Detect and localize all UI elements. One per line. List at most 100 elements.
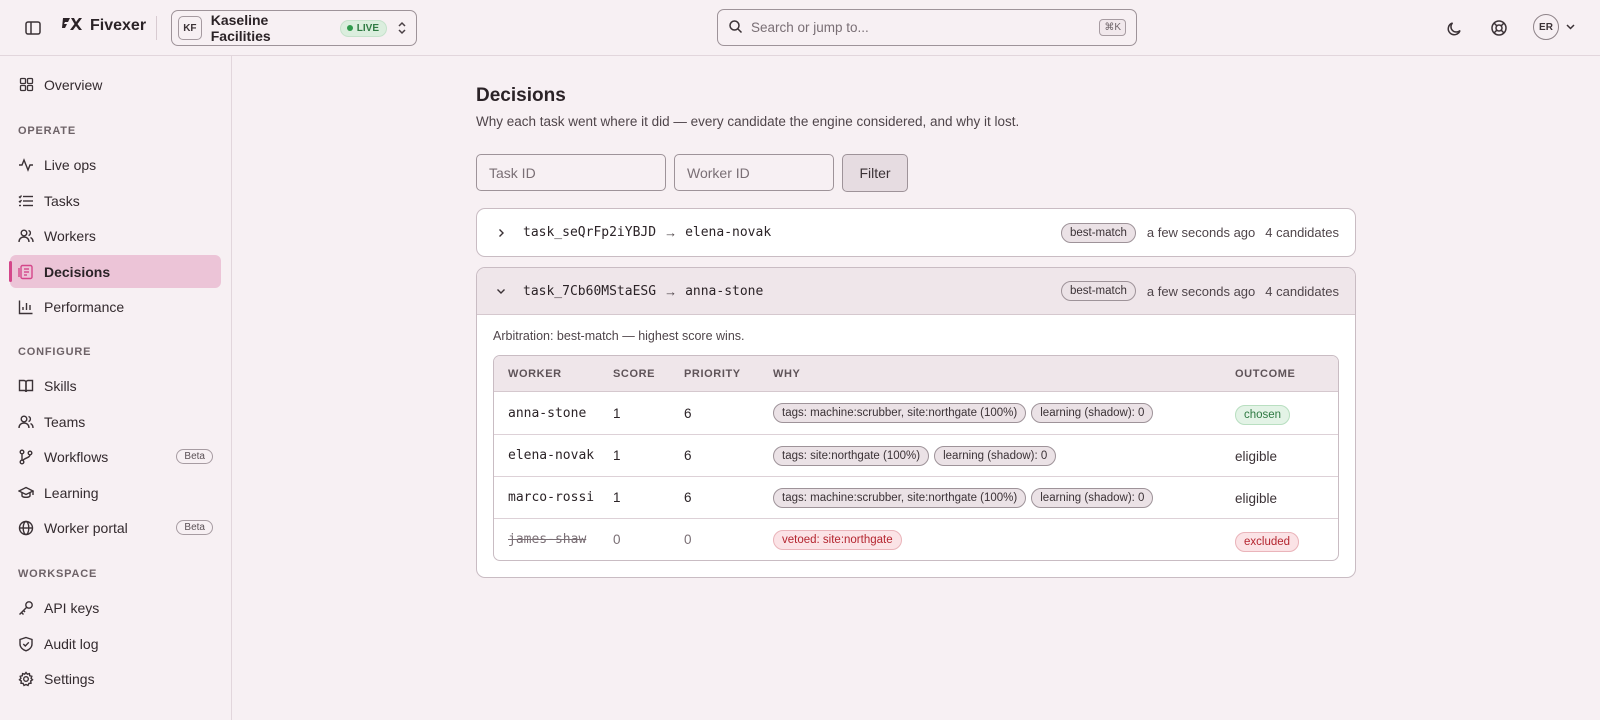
veto-reason-pill: vetoed: site:northgate: [773, 529, 902, 550]
sidebar-item-label: Overview: [44, 76, 103, 93]
sidebar-item-skills[interactable]: Skills: [10, 369, 221, 402]
task-id-input[interactable]: [476, 154, 666, 191]
sidebar-item-label: Worker portal: [44, 519, 128, 536]
sidebar-item-label: API keys: [44, 599, 100, 616]
section-label-configure: CONFIGURE: [18, 346, 92, 358]
beta-badge: Beta: [176, 449, 213, 464]
table-row: marco-rossi 1 6 tags: machine:scrubber, …: [494, 476, 1338, 518]
globe-icon: [18, 520, 34, 536]
sidebar-toggle-icon[interactable]: [22, 17, 44, 39]
brand[interactable]: Fivexer: [62, 16, 146, 35]
outcome-badge: excluded: [1235, 531, 1300, 552]
search-placeholder: Search or jump to...: [751, 20, 869, 35]
decision-card: task_7Cb60MStaESG → anna-stone best-matc…: [476, 267, 1356, 578]
strategy-badge: best-match: [1060, 222, 1136, 243]
why-reasons: tags: site:northgate (100%) learning (sh…: [773, 445, 1235, 466]
sidebar-item-label: Workflows: [44, 448, 109, 465]
column-header-why: WHY: [773, 367, 801, 380]
reason-pill: learning (shadow): 0: [1031, 403, 1154, 423]
user-menu-button[interactable]: ER: [1533, 14, 1576, 40]
reason-pill: learning (shadow): 0: [1031, 487, 1154, 508]
chevron-up-down-icon: [396, 21, 408, 35]
shield-check-icon: [18, 636, 34, 652]
list-icon: [18, 193, 34, 209]
bar-chart-icon: [18, 299, 34, 315]
reason-pill: tags: machine:scrubber, site:northgate (…: [773, 403, 1027, 423]
sidebar-item-teams[interactable]: Teams: [10, 405, 221, 438]
live-dot-icon: [346, 25, 353, 31]
book-icon: [18, 378, 34, 394]
filter-button[interactable]: Filter: [842, 154, 908, 192]
brand-name: Fivexer: [90, 16, 147, 34]
decision-details: Arbitration: best-match — highest score …: [477, 315, 1355, 577]
moon-icon[interactable]: [1443, 17, 1465, 39]
score-value: 1: [613, 490, 621, 505]
sidebar-item-tasks[interactable]: Tasks: [10, 184, 221, 217]
sidebar-item-learning[interactable]: Learning: [10, 476, 221, 509]
page-subtitle: Why each task went where it did — every …: [476, 114, 1020, 129]
sidebar-item-label: Decisions: [44, 263, 111, 280]
sidebar-item-performance[interactable]: Performance: [10, 290, 221, 323]
table-row: elena-novak 1 6 tags: site:northgate (10…: [494, 434, 1338, 476]
outcome-badge: chosen: [1235, 405, 1291, 425]
help-lifebuoy-icon[interactable]: [1488, 17, 1510, 39]
sidebar-item-label: Teams: [44, 413, 86, 430]
key-icon: [18, 600, 34, 616]
org-switcher[interactable]: KF Kaseline Facilities LIVE: [171, 10, 417, 46]
sidebar-item-decisions[interactable]: Decisions: [9, 255, 221, 288]
sidebar-item-overview[interactable]: Overview: [10, 68, 221, 101]
decision-header[interactable]: task_7Cb60MStaESG → anna-stone best-matc…: [477, 268, 1355, 315]
branch-icon: [18, 449, 34, 465]
sidebar-item-settings[interactable]: Settings: [10, 662, 221, 695]
decision-time: a few seconds ago: [1146, 283, 1256, 299]
table-row: anna-stone 1 6 tags: machine:scrubber, s…: [494, 392, 1338, 434]
activity-icon: [18, 157, 34, 173]
sidebar-item-workflows[interactable]: Workflows Beta: [10, 440, 221, 473]
org-avatar: KF: [178, 16, 202, 40]
sidebar-item-workers[interactable]: Workers: [10, 219, 221, 252]
chevron-right-icon: [491, 228, 511, 238]
sidebar-item-label: Tasks: [44, 192, 80, 209]
logo-icon: [62, 16, 82, 35]
live-badge: LIVE: [339, 19, 387, 37]
worker-id-input[interactable]: [674, 154, 834, 191]
decisions-icon: [18, 264, 34, 280]
sidebar-item-audit-log[interactable]: Audit log: [10, 627, 221, 660]
decision-header[interactable]: task_seQrFp2iYBJD → elena-novak best-mat…: [477, 209, 1355, 256]
top-bar: Fivexer KF Kaseline Facilities LIVE Sear…: [0, 0, 1600, 56]
sidebar-item-label: Audit log: [44, 635, 99, 652]
gear-icon: [18, 670, 34, 687]
sidebar-item-label: Performance: [44, 298, 125, 315]
chevron-down-icon: [491, 286, 511, 296]
why-reasons: vetoed: site:northgate: [773, 529, 1235, 550]
task-id: task_seQrFp2iYBJD: [523, 225, 657, 240]
worker-name: james-shaw: [508, 532, 587, 547]
sidebar-item-label: Live ops: [44, 156, 97, 173]
strategy-badge: best-match: [1060, 281, 1136, 301]
reason-pill: learning (shadow): 0: [934, 445, 1057, 466]
live-badge-label: LIVE: [356, 22, 379, 34]
divider: [156, 16, 157, 40]
outcome-text: eligible: [1235, 490, 1278, 506]
column-header-priority: PRIORITY: [684, 367, 741, 380]
chevron-down-icon: [1565, 19, 1576, 35]
page-title: Decisions: [476, 85, 566, 106]
table-header-row: WORKER SCORE PRIORITY WHY OUTCOME: [494, 356, 1338, 392]
priority-value: 6: [684, 405, 692, 421]
worker-name: elena-novak: [508, 448, 595, 463]
worker-name: anna-stone: [508, 405, 587, 421]
column-header-outcome: OUTCOME: [1235, 367, 1296, 380]
search-bar[interactable]: Search or jump to... ⌘K: [717, 9, 1137, 46]
score-value: 1: [613, 405, 621, 421]
sidebar-item-label: Skills: [44, 377, 77, 394]
search-icon: [728, 19, 743, 37]
column-header-score: SCORE: [613, 367, 656, 380]
candidate-count: 4 candidates: [1265, 283, 1339, 299]
sidebar-item-api-keys[interactable]: API keys: [10, 591, 221, 624]
outcome-text: eligible: [1235, 448, 1278, 464]
table-row: james-shaw 0 0 vetoed: site:northgate ex…: [494, 518, 1338, 560]
beta-badge: Beta: [176, 520, 213, 535]
sidebar-item-worker-portal[interactable]: Worker portal Beta: [10, 511, 221, 544]
sidebar-item-live-ops[interactable]: Live ops: [10, 148, 221, 181]
org-name: Kaseline Facilities: [210, 12, 271, 44]
